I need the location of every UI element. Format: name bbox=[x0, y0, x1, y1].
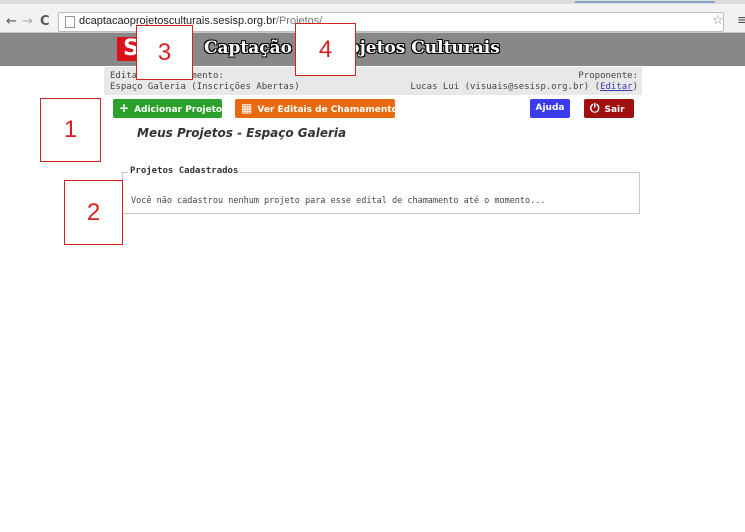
add-project-button[interactable]: + Adicionar Projeto bbox=[113, 99, 222, 118]
bookmark-star-icon[interactable]: ☆ bbox=[712, 13, 724, 28]
annotation-2: 2 bbox=[64, 180, 123, 245]
logout-button[interactable]: ⏻ Sair bbox=[584, 99, 634, 118]
help-button[interactable]: Ajuda bbox=[530, 99, 570, 118]
browser-toolbar: ← → C dcaptacaoprojetosculturais.sesisp.… bbox=[0, 0, 745, 33]
annotation-4: 4 bbox=[295, 23, 356, 76]
browser-menu-icon[interactable]: ≡ bbox=[737, 13, 745, 28]
back-icon[interactable]: ← bbox=[6, 14, 17, 29]
page-title: Meus Projetos - Espaço Galeria bbox=[137, 126, 347, 140]
reload-icon[interactable]: C bbox=[40, 14, 50, 29]
edital-value: Espaço Galeria (Inscrições Abertas) bbox=[110, 82, 300, 92]
page-icon bbox=[65, 16, 75, 28]
calendar-icon: ▦ bbox=[241, 101, 253, 115]
empty-projects-message: Você não cadastrou nenhum projeto para e… bbox=[131, 196, 546, 206]
power-icon: ⏻ bbox=[590, 101, 600, 115]
url-text: dcaptacaoprojetosculturais.sesisp.org.br… bbox=[79, 15, 323, 27]
projects-fieldset bbox=[122, 172, 640, 214]
plus-icon: + bbox=[119, 101, 130, 115]
view-calls-button[interactable]: ▦ Ver Editais de Chamamento bbox=[235, 99, 398, 118]
proponente-label: Proponente: bbox=[578, 71, 638, 81]
projects-legend: Projetos Cadastrados bbox=[128, 166, 241, 176]
forward-icon[interactable]: → bbox=[22, 14, 33, 29]
proponente-value: Lucas Lui (visuais@sesisp.org.br) (Edita… bbox=[410, 82, 638, 92]
annotation-1: 1 bbox=[40, 98, 101, 162]
annotation-3: 3 bbox=[136, 25, 193, 80]
edit-profile-link[interactable]: Editar bbox=[600, 82, 633, 92]
tab-strip bbox=[0, 0, 745, 4]
